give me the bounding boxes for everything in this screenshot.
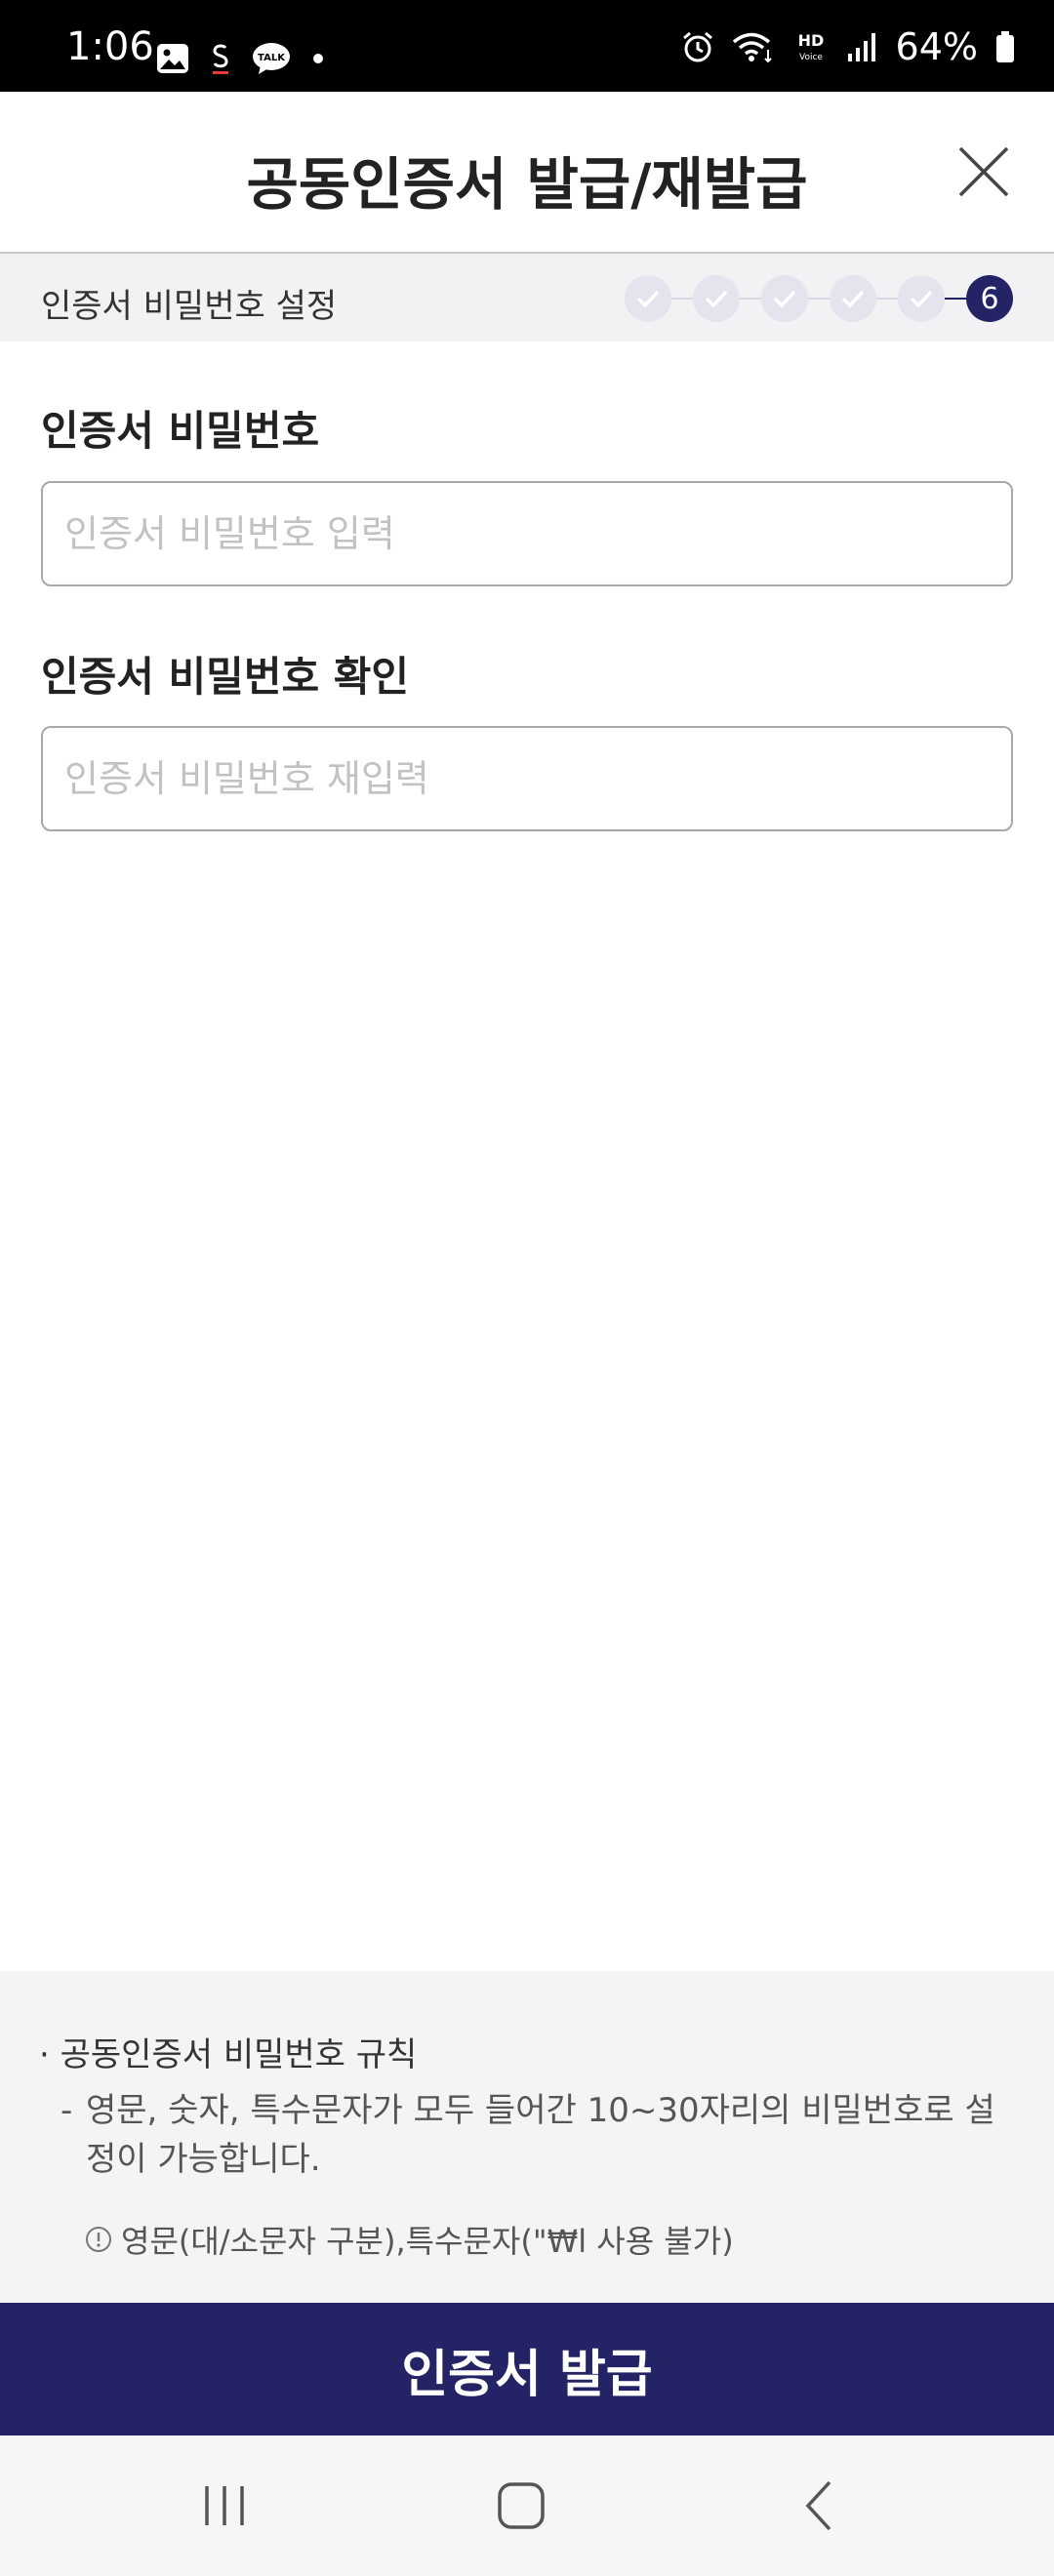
step-completed (693, 275, 740, 322)
home-button[interactable] (482, 2475, 560, 2537)
back-button[interactable] (781, 2475, 859, 2537)
step-label: 인증서 비밀번호 설정 (41, 287, 338, 326)
back-icon (805, 2480, 831, 2531)
step-progress-bar: 인증서 비밀번호 설정 6 (0, 254, 1054, 342)
check-icon (910, 290, 933, 308)
notification-icons: TALK (156, 39, 324, 78)
password-confirm-label: 인증서 비밀번호 확인 (41, 653, 410, 701)
step-connector (945, 298, 966, 300)
status-bar: 1:06 TALK HD Voice 64% (0, 0, 1054, 92)
rules-description: - 영문, 숫자, 특수문자가 모두 들어간 10~30자리의 비밀번호로 설정… (61, 2086, 1017, 2184)
wifi-icon (732, 32, 772, 63)
password-input[interactable] (41, 481, 1013, 586)
rules-title: · 공동인증서 비밀번호 규칙 (39, 2028, 417, 2075)
issue-certificate-button[interactable]: 인증서 발급 (0, 2303, 1054, 2435)
password-label: 인증서 비밀번호 (41, 407, 320, 455)
close-button[interactable] (953, 141, 1015, 203)
talk-icon: TALK (253, 43, 290, 74)
recent-apps-button[interactable] (185, 2475, 264, 2537)
info-icon (86, 2227, 111, 2252)
rules-title-text: 공동인증서 비밀번호 규칙 (60, 2035, 418, 2074)
close-icon (958, 146, 1009, 197)
step-indicator: 6 (625, 275, 1013, 322)
battery-percent: 64% (895, 25, 978, 68)
recent-apps-icon (205, 2486, 244, 2525)
rules-warning: 영문(대/소문자 구분),특수문자("₩l 사용 불가) (84, 2217, 734, 2262)
check-icon (636, 290, 660, 308)
home-icon (498, 2482, 545, 2529)
rules-warning-text: 영문(대/소문자 구분),특수문자("₩l 사용 불가) (121, 2223, 734, 2260)
gallery-icon (157, 44, 188, 73)
rule-description-text: 영문, 숫자, 특수문자가 모두 들어간 10~30자리의 비밀번호로 설정이 … (86, 2091, 995, 2179)
step-completed (625, 275, 671, 322)
bullet-dot: · (39, 2035, 50, 2074)
step-connector (671, 298, 693, 300)
step-completed (830, 275, 876, 322)
status-time: 1:06 (66, 24, 154, 69)
s-app-icon (213, 44, 228, 74)
password-confirm-input[interactable] (41, 726, 1013, 831)
hd-voice-icon: HD Voice (797, 31, 824, 62)
signal-icon (847, 33, 875, 61)
app-header: 공동인증서 발급/재발급 (0, 92, 1054, 254)
page-title: 공동인증서 발급/재발급 (246, 151, 808, 218)
rule-dash: - (61, 2091, 73, 2130)
check-icon (773, 290, 796, 308)
battery-icon (996, 31, 1014, 62)
step-connector (808, 298, 830, 300)
system-icons: HD Voice 64% (681, 27, 1015, 66)
svg-text:Voice: Voice (799, 53, 823, 62)
step-completed (761, 275, 808, 322)
check-icon (705, 290, 728, 308)
step-connector (876, 298, 898, 300)
system-nav-bar (0, 2435, 1054, 2576)
svg-text:TALK: TALK (258, 53, 286, 63)
check-icon (841, 290, 865, 308)
password-rules-panel: · 공동인증서 비밀번호 규칙 - 영문, 숫자, 특수문자가 모두 들어간 1… (0, 1971, 1054, 2303)
step-current: 6 (966, 275, 1013, 322)
alarm-icon (682, 31, 712, 62)
step-connector (740, 298, 761, 300)
dot-icon (313, 54, 323, 63)
step-completed (898, 275, 945, 322)
svg-text:HD: HD (797, 31, 824, 50)
